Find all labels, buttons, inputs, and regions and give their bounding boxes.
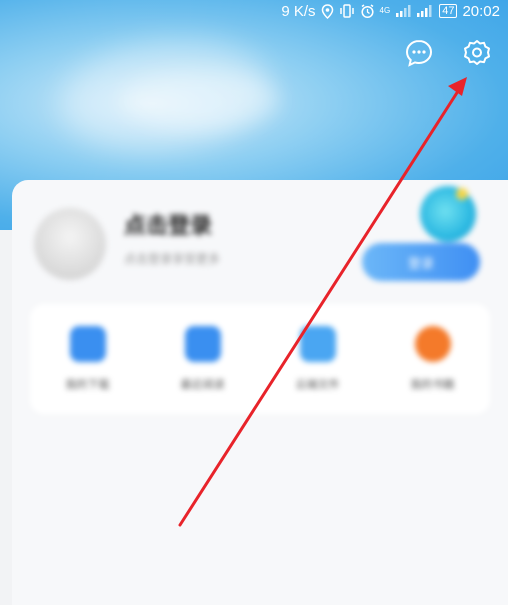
quick-action-label: 最近阅读 [180, 379, 225, 391]
status-bar: 9 K/s 4G 47 20:02 [0, 0, 508, 22]
cloud-icon [299, 326, 336, 362]
gear-icon [462, 38, 492, 73]
download-icon [69, 326, 106, 362]
login-button[interactable]: 登录 [362, 243, 480, 281]
network-speed: 9 K/s [281, 2, 316, 20]
login-title[interactable]: 点击登录 [124, 208, 212, 240]
quick-action-cloud[interactable]: 云端文件 [273, 326, 363, 392]
app-screen: 9 K/s 4G 47 20:02 点击登录 点击登录享受更多 登录 我的下载 … [0, 0, 508, 605]
battery-level: 47 [439, 4, 458, 18]
quick-action-books[interactable]: 我的书籍 [388, 326, 478, 392]
chat-bubble-icon [404, 38, 434, 73]
network-type-label: 4G [379, 6, 391, 15]
location-icon [321, 3, 334, 19]
quick-action-label: 我的书籍 [410, 379, 455, 391]
background-swirl-secondary [120, 70, 280, 130]
signal-icon-secondary [416, 5, 432, 17]
quick-action-label: 云端文件 [295, 379, 340, 391]
login-subtitle: 点击登录享受更多 [124, 252, 221, 266]
avatar[interactable] [34, 208, 106, 280]
signal-icon [395, 5, 411, 17]
alarm-icon [360, 3, 375, 19]
network-type: 4G [380, 7, 391, 15]
message-button[interactable] [402, 38, 436, 72]
profile-card: 点击登录 点击登录享受更多 登录 我的下载 最近阅读 云端文件 我的书籍 [12, 180, 508, 605]
settings-button[interactable] [460, 38, 494, 72]
vibrate-icon [339, 4, 355, 18]
quick-action-recent[interactable]: 最近阅读 [158, 326, 248, 392]
document-icon [184, 326, 221, 362]
quick-action-label: 我的下载 [65, 379, 110, 391]
clock: 20:02 [462, 2, 500, 20]
header-actions [402, 38, 494, 72]
book-icon [414, 326, 451, 362]
mascot-badge [456, 188, 468, 200]
quick-actions-panel: 我的下载 最近阅读 云端文件 我的书籍 [30, 304, 490, 414]
quick-action-downloads[interactable]: 我的下载 [43, 326, 133, 392]
